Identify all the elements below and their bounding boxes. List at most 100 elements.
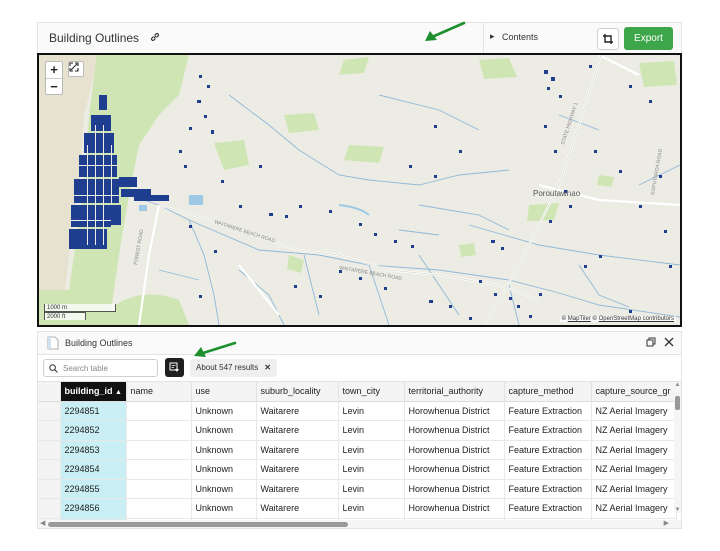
row-gutter[interactable]	[38, 401, 61, 421]
popout-button[interactable]	[646, 337, 656, 350]
vertical-scrollbar[interactable]: ▲ ▼	[674, 382, 681, 513]
cell-town-city[interactable]: Levin	[338, 420, 405, 441]
cell-territorial-authority[interactable]: Horowhenua District	[404, 459, 505, 480]
table-row[interactable]: 2294851 Unknown Waitarere Levin Horowhen…	[38, 401, 677, 421]
table-row[interactable]: 2294852 Unknown Waitarere Levin Horowhen…	[38, 420, 677, 441]
cell-capture-source-group[interactable]: NZ Aerial Imagery	[591, 440, 677, 460]
cell-town-city[interactable]: Levin	[338, 459, 405, 480]
cell-use[interactable]: Unknown	[191, 459, 257, 480]
table-row[interactable]: 2294853 Unknown Waitarere Levin Horowhen…	[38, 440, 677, 460]
column-header-town-city[interactable]: town_city	[338, 382, 405, 402]
table-row[interactable]: 2294855 Unknown Waitarere Levin Horowhen…	[38, 479, 677, 499]
scroll-down-icon[interactable]: ▼	[674, 507, 681, 513]
column-header-capture-method[interactable]: capture_method	[504, 382, 592, 402]
cell-name[interactable]	[126, 459, 192, 480]
cell-capture-method[interactable]: Feature Extraction	[504, 479, 592, 499]
column-header-capture-source-group[interactable]: capture_source_gr	[591, 382, 677, 402]
cell-suburb-locality[interactable]: Waitarere	[256, 479, 339, 499]
scroll-left-icon[interactable]: ◀	[40, 519, 45, 527]
search-input[interactable]	[63, 362, 155, 374]
filter-map-extent-button[interactable]	[165, 358, 184, 377]
cell-use[interactable]: Unknown	[191, 479, 257, 499]
cell-name[interactable]	[126, 498, 192, 519]
cell-name[interactable]	[126, 420, 192, 441]
table-row[interactable]: 2294854 Unknown Waitarere Levin Horowhen…	[38, 459, 677, 480]
cell-name[interactable]	[126, 440, 192, 460]
cell-capture-source-group[interactable]: NZ Aerial Imagery	[591, 479, 677, 499]
zoom-out-button[interactable]: −	[46, 78, 62, 94]
cell-capture-source-group[interactable]: NZ Aerial Imagery	[591, 401, 677, 421]
horizontal-scrollbar[interactable]: ◀ ▶	[38, 520, 681, 528]
row-gutter[interactable]	[38, 459, 61, 480]
cell-suburb-locality[interactable]: Waitarere	[256, 401, 339, 421]
cell-town-city[interactable]: Levin	[338, 440, 405, 460]
map-canvas[interactable]: WAITARERE BEACH ROAD WAITARERE BEACH ROA…	[39, 55, 680, 325]
row-gutter[interactable]	[38, 479, 61, 499]
osm-link[interactable]: OpenStreetMap contributors	[599, 316, 674, 322]
link-icon[interactable]	[149, 31, 161, 43]
cell-capture-method[interactable]: Feature Extraction	[504, 459, 592, 480]
cell-building-id[interactable]: 2294851	[60, 401, 127, 421]
cell-territorial-authority[interactable]: Horowhenua District	[404, 498, 505, 519]
document-icon	[47, 336, 59, 350]
clear-results-icon[interactable]: ✕	[264, 363, 271, 372]
cell-building-id[interactable]: 2294852	[60, 420, 127, 441]
cell-building-id[interactable]: 2294855	[60, 479, 127, 499]
zoom-controls: + −	[45, 61, 63, 95]
cell-suburb-locality[interactable]: Waitarere	[256, 420, 339, 441]
cell-use[interactable]: Unknown	[191, 498, 257, 519]
cell-territorial-authority[interactable]: Horowhenua District	[404, 401, 505, 421]
cell-use[interactable]: Unknown	[191, 420, 257, 441]
cell-building-id[interactable]: 2294854	[60, 459, 127, 480]
row-gutter[interactable]	[38, 420, 61, 441]
scroll-up-icon[interactable]: ▲	[674, 382, 681, 388]
cell-use[interactable]: Unknown	[191, 440, 257, 460]
zoom-in-button[interactable]: +	[46, 62, 62, 78]
close-icon	[664, 337, 674, 347]
column-header-name[interactable]: name	[126, 382, 192, 402]
vertical-scroll-thumb[interactable]	[675, 396, 680, 410]
cell-suburb-locality[interactable]: Waitarere	[256, 440, 339, 460]
cell-territorial-authority[interactable]: Horowhenua District	[404, 479, 505, 499]
row-gutter[interactable]	[38, 498, 61, 519]
table-panel-header: Building Outlines	[37, 331, 682, 355]
cell-capture-method[interactable]: Feature Extraction	[504, 440, 592, 460]
column-header-suburb-locality[interactable]: suburb_locality	[256, 382, 339, 402]
fullscreen-button[interactable]	[68, 61, 84, 77]
cell-name[interactable]	[126, 479, 192, 499]
contents-toggle[interactable]: Contents	[502, 32, 538, 42]
cell-capture-source-group[interactable]: NZ Aerial Imagery	[591, 498, 677, 519]
cell-suburb-locality[interactable]: Waitarere	[256, 498, 339, 519]
map-view[interactable]: WAITARERE BEACH ROAD WAITARERE BEACH ROA…	[37, 53, 682, 327]
cell-building-id[interactable]: 2294856	[60, 498, 127, 519]
cell-capture-method[interactable]: Feature Extraction	[504, 401, 592, 421]
export-button[interactable]: Export	[624, 27, 673, 50]
cell-building-id[interactable]: 2294853	[60, 440, 127, 460]
horizontal-scroll-thumb[interactable]	[48, 522, 348, 527]
maptiler-link[interactable]: MapTiler	[568, 316, 591, 322]
column-header-building-id[interactable]: building_id ▲	[60, 382, 127, 402]
row-gutter[interactable]	[38, 440, 61, 460]
cell-capture-method[interactable]: Feature Extraction	[504, 498, 592, 519]
cell-territorial-authority[interactable]: Horowhenua District	[404, 440, 505, 460]
cell-capture-method[interactable]: Feature Extraction	[504, 420, 592, 441]
cell-capture-source-group[interactable]: NZ Aerial Imagery	[591, 459, 677, 480]
cell-town-city[interactable]: Levin	[338, 479, 405, 499]
app-window: Building Outlines ▸ Contents Export WAIT…	[0, 0, 720, 551]
column-header-use[interactable]: use	[191, 382, 257, 402]
cell-capture-source-group[interactable]: NZ Aerial Imagery	[591, 420, 677, 441]
cell-town-city[interactable]: Levin	[338, 498, 405, 519]
column-header-territorial-authority[interactable]: territorial_authority	[404, 382, 505, 402]
scroll-right-icon[interactable]: ▶	[664, 519, 669, 527]
cell-town-city[interactable]: Levin	[338, 401, 405, 421]
close-button[interactable]	[664, 337, 674, 350]
cell-suburb-locality[interactable]: Waitarere	[256, 459, 339, 480]
chevron-right-icon[interactable]: ▸	[490, 31, 495, 42]
table-row[interactable]: 2294856 Unknown Waitarere Levin Horowhen…	[38, 498, 677, 519]
crop-button[interactable]	[597, 28, 619, 50]
cell-use[interactable]: Unknown	[191, 401, 257, 421]
results-count: About 547 results	[196, 363, 259, 372]
cell-name[interactable]	[126, 401, 192, 421]
layer-header: Building Outlines ▸ Contents Export	[37, 22, 682, 54]
cell-territorial-authority[interactable]: Horowhenua District	[404, 420, 505, 441]
